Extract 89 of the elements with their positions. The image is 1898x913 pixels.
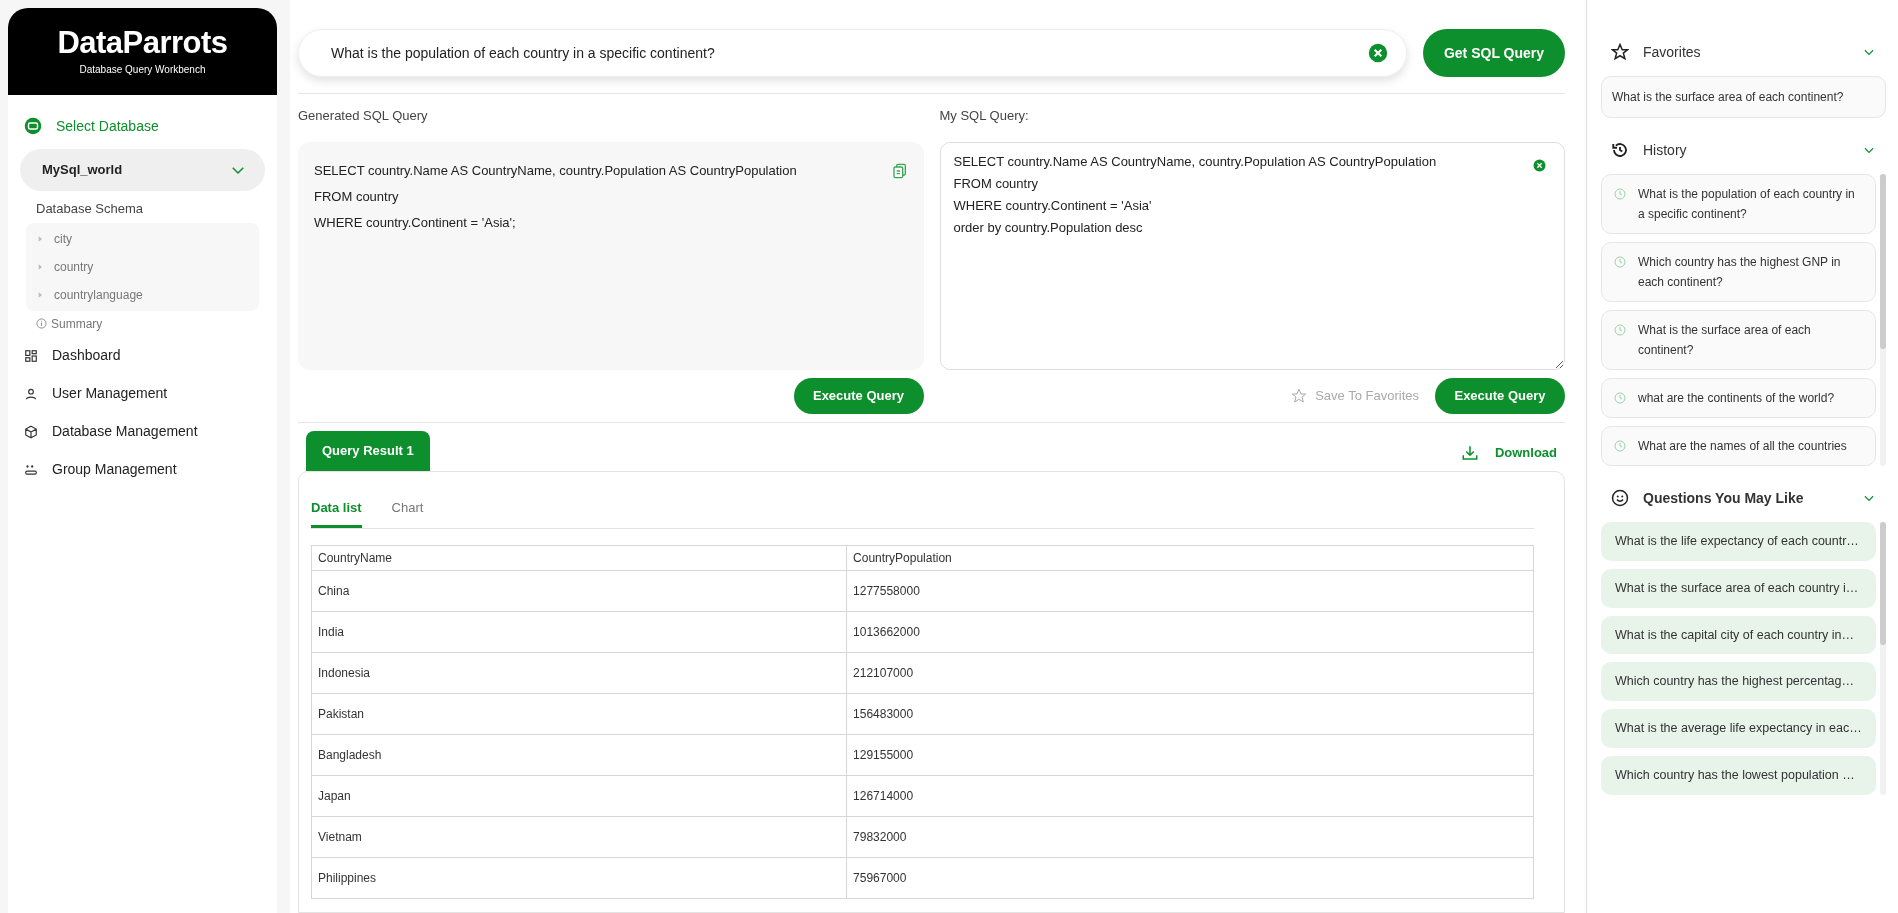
caret-right-icon <box>36 234 44 243</box>
table-cell: 1013662000 <box>846 611 1534 653</box>
result-tab[interactable]: Query Result 1 <box>306 430 430 471</box>
table-cell: 212107000 <box>846 652 1534 694</box>
clock-icon <box>1614 188 1626 200</box>
table-cell: Pakistan <box>311 693 847 735</box>
sql-editor[interactable]: SELECT country.Name AS CountryName, country.Population AS CountryPopulation FROM country WHERE country.Continent = 'Asia' order by country.Population desc <box>939 141 1565 370</box>
star-icon <box>1611 43 1629 61</box>
nav-item[interactable]: User Management <box>20 374 265 413</box>
history-text: What is the surface area of each continent? <box>1638 322 1812 359</box>
table-cell: Bangladesh <box>311 734 847 776</box>
history-item[interactable]: what are the continents of the world? <box>1601 378 1877 418</box>
info-icon <box>36 318 47 329</box>
history-text: What is the population of each country in a specific continent? <box>1638 186 1856 223</box>
suggested-question[interactable]: What is the capital city of each country in… <box>1601 615 1876 655</box>
clear-icon[interactable] <box>1533 158 1546 172</box>
history-item[interactable]: What are the names of all the countries <box>1601 426 1877 466</box>
generated-query-label: Generated SQL Query <box>298 107 429 125</box>
history-icon <box>1611 141 1629 159</box>
copy-icon[interactable] <box>891 161 908 180</box>
suggested-question[interactable]: Which country has the lowest population … <box>1601 755 1876 795</box>
smiley-icon <box>1611 489 1629 507</box>
history-text: What are the names of all the countries <box>1638 438 1847 455</box>
sql-line: WHERE country.Continent = 'Asia'; <box>314 213 517 232</box>
question-input[interactable]: What is the population of each country in a specific continent? <box>329 41 1368 65</box>
schema-table[interactable]: country <box>26 252 259 281</box>
execute-query-button[interactable]: Execute Query <box>1435 377 1565 414</box>
clock-icon <box>1614 256 1626 268</box>
brand-subtitle: Database Query Workbench <box>79 62 206 77</box>
clock-icon <box>1614 440 1626 452</box>
execute-query-button[interactable]: Execute Query <box>793 377 924 414</box>
suggested-question[interactable]: What is the life expectancy of each countr… <box>1601 522 1876 561</box>
download-link[interactable]: Download <box>1460 443 1557 471</box>
caret-right-icon <box>36 290 44 299</box>
history-item[interactable]: What is the population of each country in a specific continent? <box>1601 174 1877 234</box>
summary-link[interactable]: Summary <box>51 314 103 333</box>
history-item[interactable]: Which country has the highest GNP in each continent? <box>1601 242 1877 302</box>
caret-right-icon <box>36 262 44 271</box>
history-text: what are the continents of the world? <box>1638 390 1835 407</box>
nav-item[interactable]: Group Management <box>20 450 265 489</box>
database-dropdown[interactable]: MySql_world <box>20 149 265 191</box>
schema-table[interactable]: countrylanguage <box>26 280 259 309</box>
scrollbar[interactable] <box>1880 174 1886 466</box>
nav-item[interactable]: Database Management <box>20 412 265 451</box>
table-cell: China <box>311 570 847 612</box>
schema-label: Database Schema <box>36 200 144 218</box>
history-text: Which country has the highest GNP in each continent? <box>1638 254 1842 291</box>
table-cell: 75967000 <box>846 857 1534 899</box>
clock-icon <box>1614 392 1626 404</box>
cube-icon <box>24 424 38 439</box>
schema-table[interactable]: city <box>26 224 259 253</box>
clock-icon <box>1614 324 1626 336</box>
brand-name: DataParrots <box>57 26 228 58</box>
my-query-label: My SQL Query: <box>939 107 1030 125</box>
table-cell: India <box>311 611 847 653</box>
scrollbar[interactable] <box>1879 522 1886 795</box>
suggested-question[interactable]: What is the surface area of each country i… <box>1601 568 1876 608</box>
table-cell: Vietnam <box>311 816 847 858</box>
clear-icon[interactable] <box>1368 43 1388 63</box>
table-cell: Philippines <box>311 857 847 899</box>
download-icon <box>1460 443 1479 462</box>
table-cell: 129155000 <box>846 734 1534 776</box>
select-database-link[interactable]: Select Database <box>20 107 265 145</box>
table-cell: Indonesia <box>311 652 847 694</box>
column-header: CountryName <box>311 545 847 571</box>
dashboard-icon <box>24 348 38 363</box>
star-icon <box>1291 387 1308 404</box>
column-header: CountryPopulation <box>846 545 1534 571</box>
section-title: History <box>1643 140 1688 160</box>
table-cell: 1277558000 <box>846 570 1534 612</box>
suggested-question[interactable]: Which country has the highest percentag… <box>1601 662 1876 701</box>
sql-line: FROM country <box>314 187 400 206</box>
section-title: Questions You May Like <box>1643 488 1805 508</box>
table-cell: 126714000 <box>846 775 1534 817</box>
group-icon <box>24 462 38 477</box>
user-icon <box>24 386 38 401</box>
database-icon <box>24 117 42 135</box>
favorite-item[interactable]: What is the surface area of each continent? <box>1601 76 1886 118</box>
get-sql-button[interactable]: Get SQL Query <box>1423 29 1565 77</box>
table-cell: 156483000 <box>846 693 1534 735</box>
view-tab[interactable]: Chart <box>391 489 424 528</box>
section-title: Favorites <box>1643 42 1702 62</box>
nav-item[interactable]: Dashboard <box>20 336 265 375</box>
history-item[interactable]: What is the surface area of each continent? <box>1601 310 1877 370</box>
table-cell: 79832000 <box>846 816 1534 858</box>
suggested-question[interactable]: What is the average life expectancy in eac… <box>1601 709 1876 748</box>
sql-line: SELECT country.Name AS CountryName, country.Population AS CountryPopulation <box>314 161 798 180</box>
table-cell: Japan <box>311 775 847 817</box>
view-tab[interactable]: Data list <box>311 489 362 528</box>
